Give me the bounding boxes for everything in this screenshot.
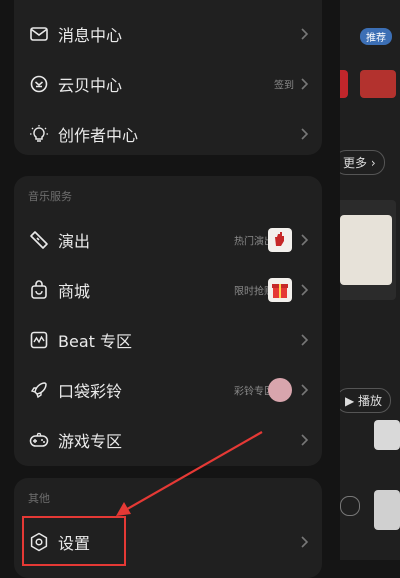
chevron-right-icon	[301, 434, 309, 446]
ringtone-avatar	[268, 378, 292, 402]
chevron-right-icon	[301, 284, 309, 296]
shows-thumbnail	[268, 228, 292, 252]
side-drawer: 消息中心 云贝中心 签到 创作者中心 音乐服务 演出 热门演出 商城 限时抢购 …	[0, 0, 340, 578]
chevron-right-icon	[301, 78, 309, 90]
wave-icon	[28, 329, 50, 351]
chevron-right-icon	[301, 334, 309, 346]
top-section-card: 消息中心 云贝中心 签到 创作者中心	[14, 0, 322, 155]
chevron-right-icon	[301, 536, 309, 548]
section-title-music-services: 音乐服务	[28, 190, 72, 203]
coin-icon	[28, 73, 50, 95]
play-button[interactable]: ▶ 播放	[336, 388, 392, 413]
section-title-other: 其他	[28, 492, 50, 505]
menu-item-pocket-ringtone[interactable]: 口袋彩铃 彩铃专区	[14, 370, 322, 410]
background-thumbnail	[374, 420, 400, 450]
mall-thumbnail	[268, 278, 292, 302]
mail-icon	[28, 23, 50, 45]
rocket-icon	[28, 379, 50, 401]
menu-item-mall[interactable]: 商城 限时抢购	[14, 270, 322, 310]
background-strip: 推荐 更多 › ▶ 播放	[330, 0, 400, 560]
menu-item-message-center[interactable]: 消息中心	[14, 14, 322, 54]
ticket-icon	[28, 229, 50, 251]
menu-item-game-zone[interactable]: 游戏专区	[14, 420, 322, 460]
chevron-right-icon	[301, 384, 309, 396]
menu-item-creator-center[interactable]: 创作者中心	[14, 114, 322, 154]
music-services-card: 音乐服务 演出 热门演出 商城 限时抢购 Beat 专区 口袋彩铃 彩铃专区 游…	[14, 176, 322, 466]
gamepad-icon	[28, 429, 50, 451]
background-thumbnail	[360, 70, 396, 98]
chevron-right-icon	[301, 28, 309, 40]
more-button[interactable]: 更多 ›	[334, 150, 385, 175]
background-thumbnail	[374, 490, 400, 530]
menu-item-cloud-coin-center[interactable]: 云贝中心 签到	[14, 64, 322, 104]
chevron-right-icon	[301, 128, 309, 140]
background-badge: 推荐	[360, 28, 392, 45]
menu-item-beat-zone[interactable]: Beat 专区	[14, 320, 322, 360]
menu-item-shows[interactable]: 演出 热门演出	[14, 220, 322, 260]
bulb-icon	[28, 123, 50, 145]
settings-highlight-box	[22, 516, 126, 566]
background-play-icon	[340, 496, 360, 516]
bag-icon	[28, 279, 50, 301]
chevron-right-icon	[301, 234, 309, 246]
background-thumbnail	[340, 215, 392, 285]
